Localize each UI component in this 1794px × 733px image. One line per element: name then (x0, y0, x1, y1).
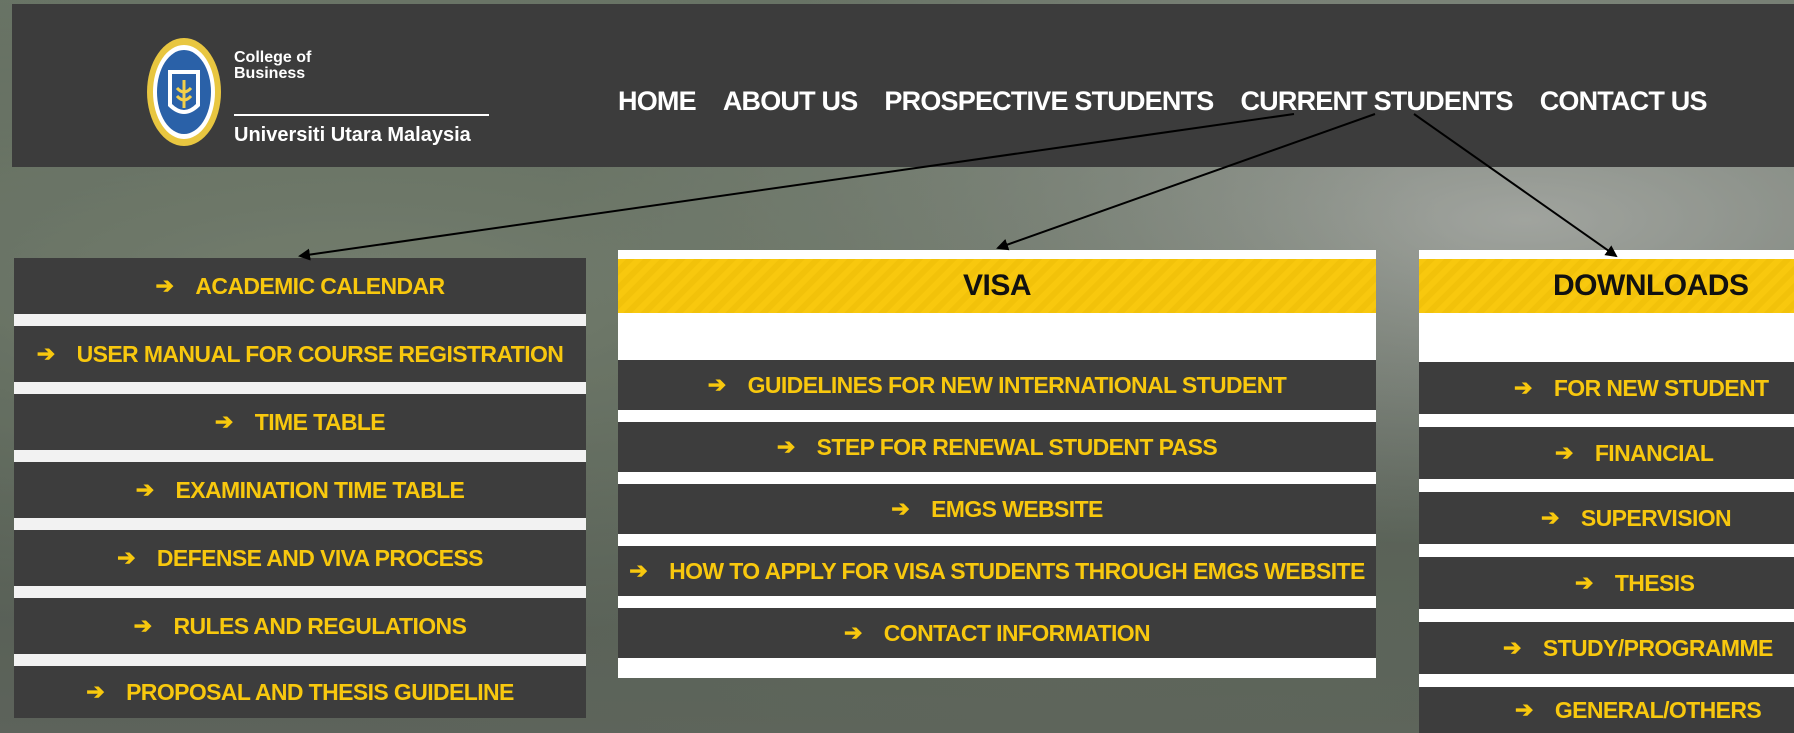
arrow-right-icon: ➔ (1575, 570, 1593, 595)
arrow-right-icon: ➔ (843, 620, 862, 645)
arrow-right-icon: ➔ (1555, 440, 1573, 465)
arrow-right-icon: ➔ (776, 434, 795, 459)
arrow-right-icon: ➔ (629, 558, 648, 583)
rules-regulations-link[interactable]: ➔ RULES AND REGULATIONS (14, 598, 586, 654)
download-study-programme-link[interactable]: ➔ STUDY/PROGRAMME (1419, 622, 1794, 674)
defense-viva-link[interactable]: ➔ DEFENSE AND VIVA PROCESS (14, 530, 586, 586)
link-label: FINANCIAL (1594, 439, 1714, 466)
time-table-link[interactable]: ➔ TIME TABLE (14, 394, 586, 450)
nav-home[interactable]: HOME (618, 86, 697, 117)
link-label: TIME TABLE (254, 408, 386, 435)
download-supervision-link[interactable]: ➔ SUPERVISION (1419, 492, 1794, 544)
university-name: Universiti Utara Malaysia (234, 124, 471, 146)
download-thesis-link[interactable]: ➔ THESIS (1419, 557, 1794, 609)
arrow-right-icon: ➔ (707, 372, 726, 397)
logo-divider (234, 114, 489, 116)
link-label: HOW TO APPLY FOR VISA STUDENTS THROUGH E… (669, 557, 1365, 584)
link-label: ACADEMIC CALENDAR (195, 272, 445, 299)
link-label: THESIS (1614, 569, 1695, 596)
logo[interactable]: College of Business Universiti Utara Mal… (146, 36, 506, 151)
nav-about-us[interactable]: ABOUT US (723, 86, 858, 117)
visa-contact-link[interactable]: ➔ CONTACT INFORMATION (618, 608, 1376, 658)
link-label: PROPOSAL AND THESIS GUIDELINE (126, 678, 514, 705)
link-label: EXAMINATION TIME TABLE (175, 476, 465, 503)
link-label: FOR NEW STUDENT (1553, 374, 1769, 401)
visa-guidelines-link[interactable]: ➔ GUIDELINES FOR NEW INTERNATIONAL STUDEN… (618, 360, 1376, 410)
emgs-website-link[interactable]: ➔ EMGS WEBSITE (618, 484, 1376, 534)
college-name: College of Business (234, 50, 311, 82)
nav-prospective-students[interactable]: PROSPECTIVE STUDENTS (884, 86, 1214, 117)
visa-title: VISA (618, 259, 1376, 313)
download-general-others-link[interactable]: ➔ GENERAL/OTHERS (1419, 687, 1794, 733)
arrow-right-icon: ➔ (36, 341, 55, 366)
arrow-right-icon: ➔ (135, 477, 154, 502)
arrow-right-icon: ➔ (117, 545, 135, 570)
link-label: STEP FOR RENEWAL STUDENT PASS (816, 433, 1218, 460)
arrow-right-icon: ➔ (214, 409, 233, 434)
link-label: CONTACT INFORMATION (883, 619, 1151, 646)
exam-time-table-link[interactable]: ➔ EXAMINATION TIME TABLE (14, 462, 586, 518)
user-manual-link[interactable]: ➔ USER MANUAL FOR COURSE REGISTRATION (14, 326, 586, 382)
main-nav: HOME ABOUT US PROSPECTIVE STUDENTS CURRE… (618, 86, 1734, 117)
download-financial-link[interactable]: ➔ FINANCIAL (1419, 427, 1794, 479)
downloads-title: DOWNLOADS (1419, 259, 1794, 313)
arrow-right-icon: ➔ (1515, 697, 1533, 722)
link-label: RULES AND REGULATIONS (173, 612, 467, 639)
nav-current-students[interactable]: CURRENT STUDENTS (1240, 86, 1513, 117)
link-label: STUDY/PROGRAMME (1542, 634, 1774, 661)
link-label: EMGS WEBSITE (931, 495, 1103, 522)
college-line-1: College of (234, 49, 312, 66)
college-line-2: Business (234, 65, 306, 82)
download-new-student-link[interactable]: ➔ FOR NEW STUDENT (1419, 362, 1794, 414)
link-label: DEFENSE AND VIVA PROCESS (156, 544, 484, 571)
apply-visa-link[interactable]: ➔ HOW TO APPLY FOR VISA STUDENTS THROUGH … (618, 546, 1376, 596)
site-header: College of Business Universiti Utara Mal… (12, 4, 1794, 167)
arrow-right-icon: ➔ (891, 496, 910, 521)
arrow-right-icon: ➔ (86, 679, 105, 704)
nav-contact-us[interactable]: CONTACT US (1540, 86, 1708, 117)
academic-calendar-link[interactable]: ➔ ACADEMIC CALENDAR (14, 258, 586, 314)
arrow-right-icon: ➔ (133, 613, 152, 638)
visa-renewal-link[interactable]: ➔ STEP FOR RENEWAL STUDENT PASS (618, 422, 1376, 472)
arrow-right-icon: ➔ (1514, 375, 1532, 400)
link-label: SUPERVISION (1580, 504, 1732, 531)
link-label: USER MANUAL FOR COURSE REGISTRATION (76, 340, 564, 367)
university-seal-icon (147, 38, 221, 146)
arrow-right-icon: ➔ (155, 273, 174, 298)
arrow-right-icon: ➔ (1541, 505, 1559, 530)
link-label: GUIDELINES FOR NEW INTERNATIONAL STUDENT (747, 371, 1287, 398)
proposal-thesis-link[interactable]: ➔ PROPOSAL AND THESIS GUIDELINE (14, 666, 586, 718)
arrow-right-icon: ➔ (1503, 635, 1521, 660)
link-label: GENERAL/OTHERS (1554, 696, 1762, 723)
